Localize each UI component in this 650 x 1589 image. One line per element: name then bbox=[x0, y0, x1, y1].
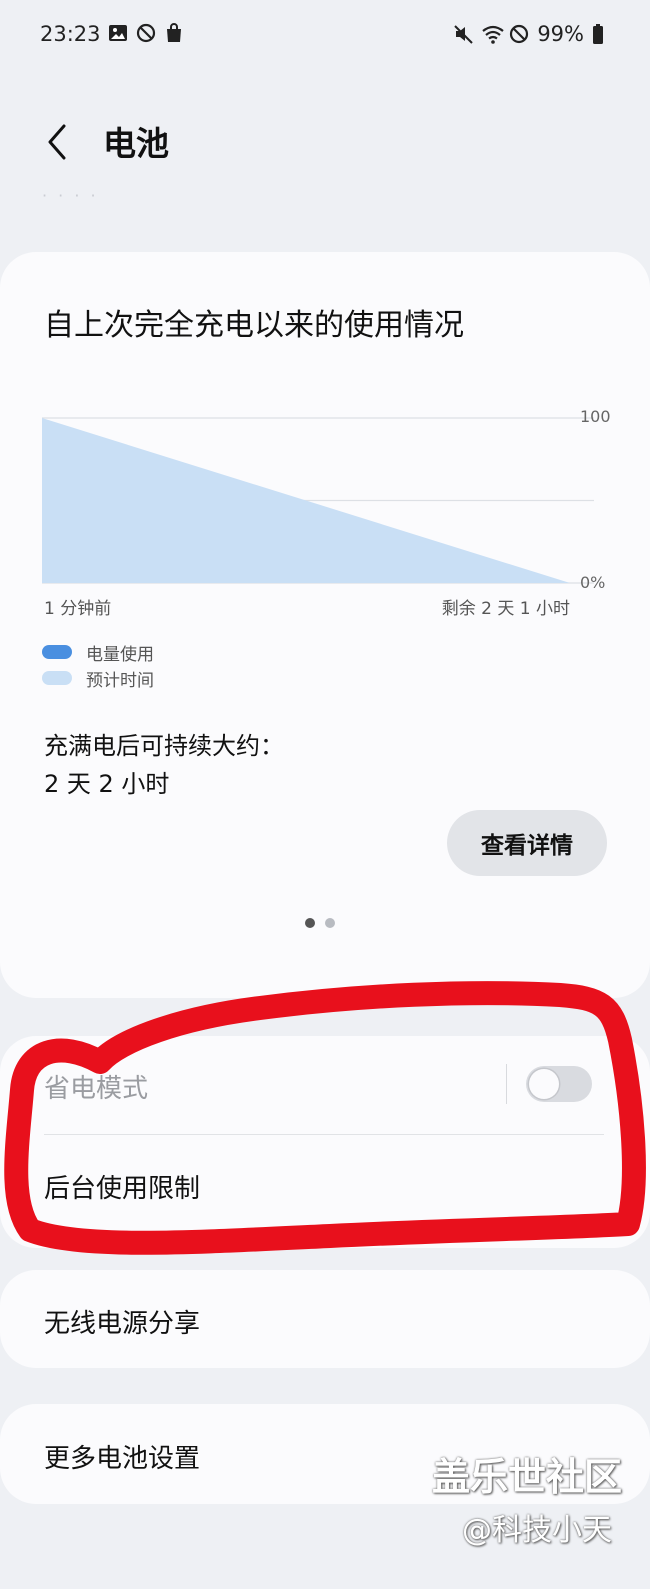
y-tick-label-top: 100 bbox=[580, 407, 611, 426]
blocked-notification-icon bbox=[136, 22, 156, 44]
status-time: 23:23 bbox=[40, 22, 101, 46]
background-usage-limits-item[interactable]: 后台使用限制 bbox=[44, 1168, 200, 1205]
legend-item-usage: 电量使用 bbox=[42, 639, 154, 665]
x-tick-label-start: 1 分钟前 bbox=[44, 599, 112, 619]
battery-usage-card[interactable] bbox=[0, 252, 650, 998]
toggle-knob bbox=[529, 1069, 559, 1099]
x-tick-label-end: 剩余 2 天 1 小时 bbox=[441, 599, 570, 619]
power-saving-toggle[interactable] bbox=[526, 1066, 592, 1102]
view-details-button[interactable]: 查看详情 bbox=[447, 810, 607, 876]
full-charge-duration-value: 2 天 2 小时 bbox=[44, 770, 170, 798]
back-button[interactable] bbox=[40, 120, 76, 164]
battery-icon bbox=[592, 23, 612, 45]
wireless-power-share-label: 无线电源分享 bbox=[44, 1309, 201, 1339]
status-right-icons: 99% bbox=[453, 22, 612, 46]
status-bar: 23:23 99% bbox=[0, 0, 650, 72]
page-dot-active bbox=[305, 918, 315, 928]
usage-title: 自上次完全充电以来的使用情况 bbox=[44, 308, 464, 343]
shopping-bag-icon bbox=[164, 22, 184, 44]
more-battery-settings-label: 更多电池设置 bbox=[44, 1444, 201, 1474]
wifi-icon bbox=[481, 23, 504, 45]
usage-chart: 100 0% bbox=[42, 407, 611, 592]
legend-label-estimate: 预计时间 bbox=[86, 670, 154, 691]
mute-icon bbox=[453, 23, 474, 45]
legend-item-estimate: 预计时间 bbox=[42, 665, 154, 691]
do-not-disturb-icon bbox=[509, 23, 529, 45]
chart-legend: 电量使用 预计时间 bbox=[42, 639, 154, 691]
full-charge-duration-label: 充满电后可持续大约： bbox=[44, 732, 284, 760]
legend-swatch-estimate bbox=[42, 671, 72, 685]
row-divider bbox=[44, 1134, 604, 1135]
watermark-community: 盖乐世社区 bbox=[432, 1455, 623, 1499]
status-left-icons bbox=[108, 22, 184, 44]
watermark-author: @科技小天 bbox=[462, 1513, 612, 1548]
legend-label-usage: 电量使用 bbox=[86, 644, 154, 665]
page-title: 电池 bbox=[103, 124, 169, 163]
toggle-divider bbox=[506, 1064, 507, 1104]
scrolled-text-remnant: · · · · bbox=[42, 186, 99, 205]
page-indicator bbox=[305, 918, 335, 928]
chevron-left-icon bbox=[40, 124, 76, 168]
battery-percent: 99% bbox=[537, 22, 584, 46]
power-saving-mode-label[interactable]: 省电模式 bbox=[44, 1068, 148, 1105]
gallery-icon bbox=[108, 22, 128, 44]
page-dot bbox=[325, 918, 335, 928]
legend-swatch-usage bbox=[42, 645, 72, 659]
y-tick-label-bottom: 0% bbox=[580, 573, 605, 592]
